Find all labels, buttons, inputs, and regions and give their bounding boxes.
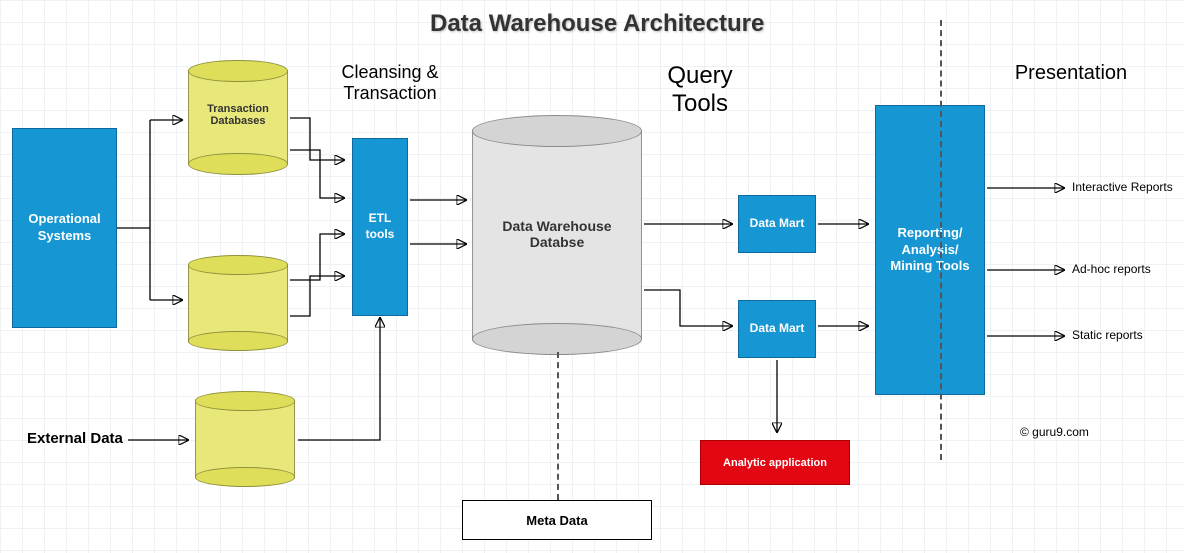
output-adhoc-label: Ad-hoc reports: [1072, 262, 1151, 276]
operational-systems-box: Operational Systems: [12, 128, 117, 328]
analytic-application-box: Analytic application: [700, 440, 850, 485]
external-data-cylinder: [195, 400, 295, 478]
section-presentation-label: Presentation: [986, 62, 1156, 85]
diagram-title: Data Warehouse Architecture: [430, 10, 764, 38]
transaction-databases-label: Transaction Databases: [188, 103, 288, 127]
meta-data-connector: [557, 352, 559, 500]
section-cleansing-label: Cleansing & Transaction: [320, 62, 460, 104]
section-query-tools-label: Query Tools: [630, 62, 770, 118]
reporting-box: Reporting/ Analysis/ Mining Tools: [875, 105, 985, 395]
copyright-label: © guru9.com: [1020, 425, 1089, 439]
meta-data-box: Meta Data: [462, 500, 652, 540]
data-warehouse-cylinder: Data Warehouse Databse: [472, 130, 642, 340]
external-data-label: External Data: [27, 430, 123, 447]
staging-cylinder: [188, 264, 288, 342]
output-interactive-label: Interactive Reports: [1072, 180, 1173, 194]
etl-tools-box: ETL tools: [352, 138, 408, 316]
output-static-label: Static reports: [1072, 328, 1143, 342]
data-mart-top-box: Data Mart: [738, 195, 816, 253]
data-mart-bottom-box: Data Mart: [738, 300, 816, 358]
data-warehouse-label: Data Warehouse Databse: [472, 218, 642, 250]
presentation-separator: [940, 20, 942, 460]
transaction-databases-cylinder: Transaction Databases: [188, 70, 288, 165]
